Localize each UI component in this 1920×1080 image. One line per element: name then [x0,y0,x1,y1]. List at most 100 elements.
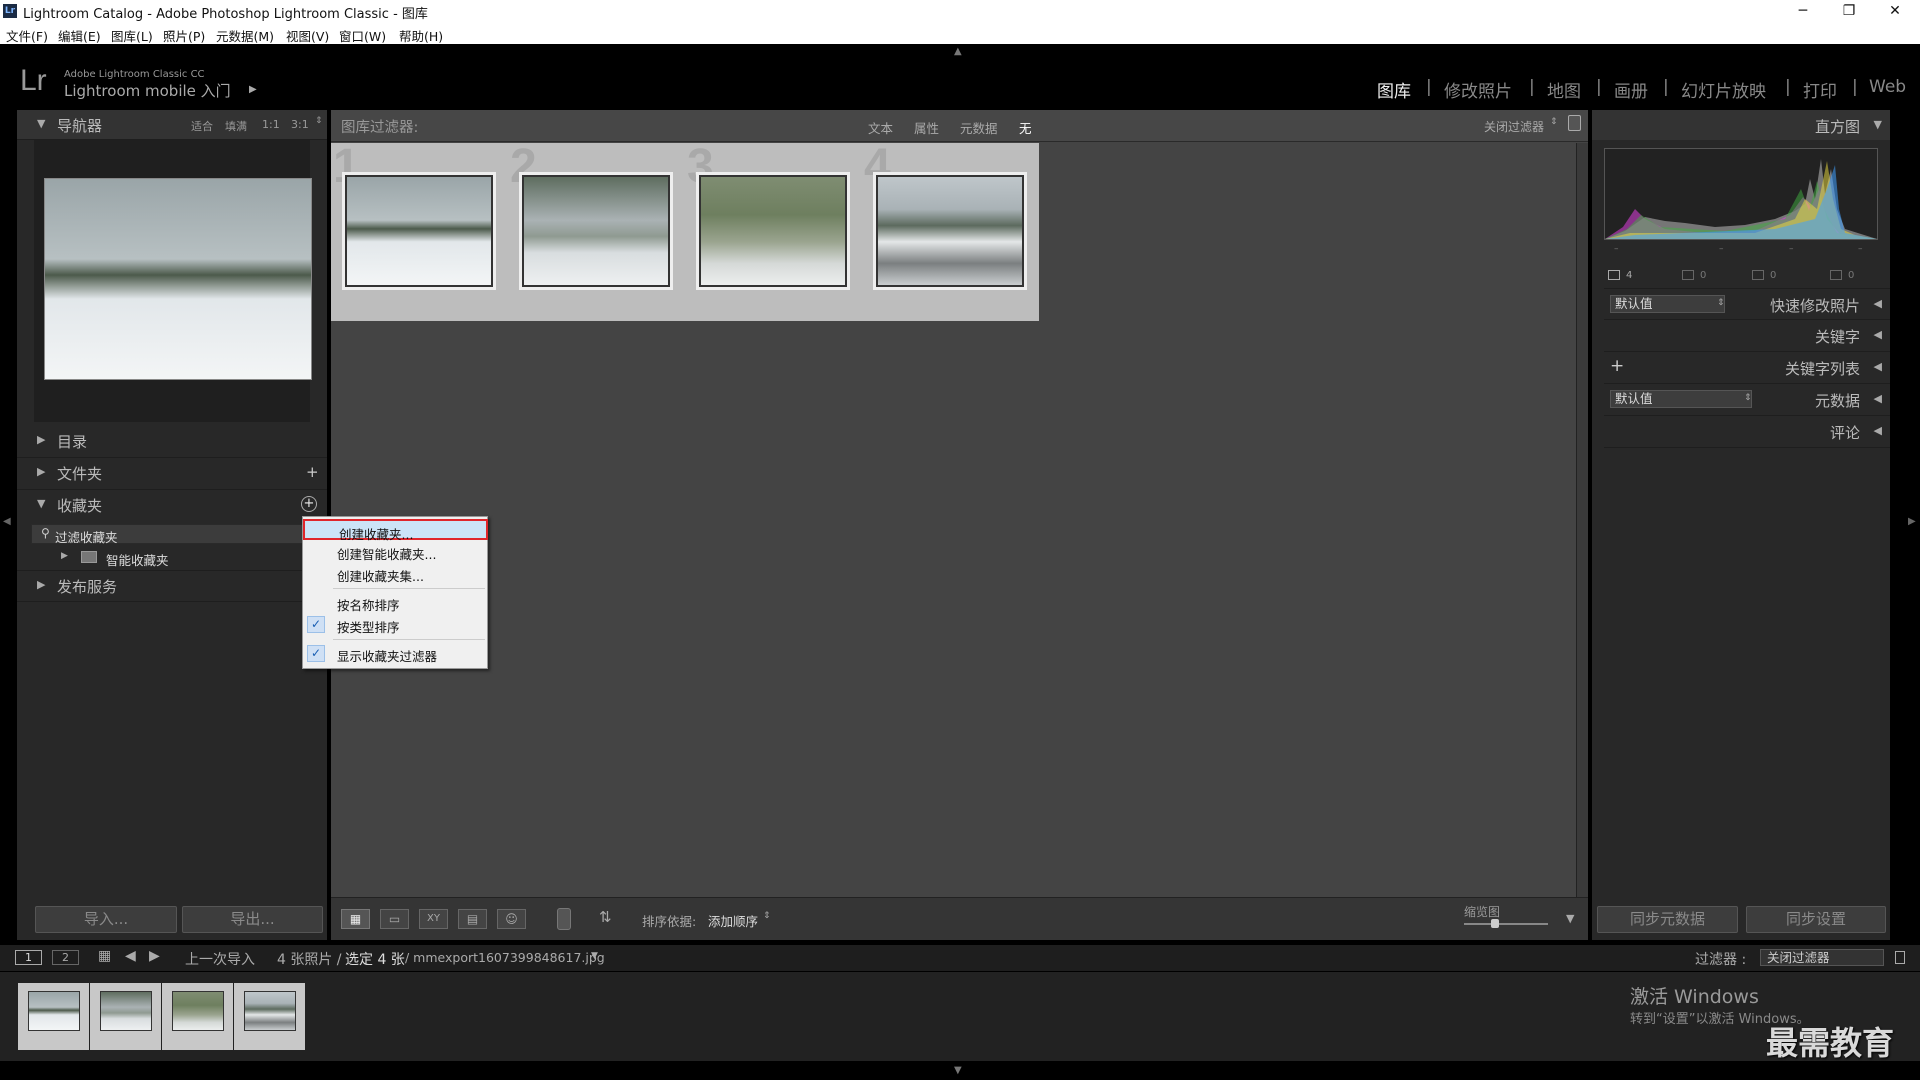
maximize-button[interactable]: ❐ [1826,0,1872,24]
module-web[interactable]: Web [1869,77,1906,97]
preset-stepper-icon[interactable]: ⇕ [1744,393,1752,403]
preset-stepper-icon[interactable]: ⇕ [1717,298,1725,308]
add-folder-icon[interactable]: + [306,463,319,481]
menu-create-collection-set[interactable]: 创建收藏夹集... [303,563,488,584]
module-map[interactable]: 地图 [1547,77,1581,102]
add-collection-icon[interactable]: + [301,496,317,512]
identity-line2[interactable]: Lightroom mobile 入门 [64,80,231,101]
module-book[interactable]: 画册 [1614,77,1648,102]
quick-develop-header[interactable]: 默认值 ⇕ 快速修改照片 ◀ [1604,288,1890,320]
add-keyword-icon[interactable]: + [1610,356,1624,376]
folders-header[interactable]: ▶ 文件夹 + [17,458,327,490]
menu-window[interactable]: 窗口(W) [339,26,386,45]
menu-photo[interactable]: 照片(P) [163,26,205,45]
filter-preset[interactable]: 关闭过滤器 [1484,118,1544,135]
grid-thumbnail[interactable] [876,175,1024,287]
menu-sort-by-kind[interactable]: ✓ 按类型排序 [303,614,488,635]
preset-stepper-icon[interactable]: ⇕ [1550,117,1558,127]
filmstrip-thumbnail[interactable] [162,983,233,1050]
module-develop[interactable]: 修改照片 [1444,77,1512,102]
compare-view-icon[interactable]: XY [419,909,448,929]
thumbnail-size-thumb[interactable] [1491,919,1499,928]
secondary-window-button[interactable]: 2 [52,950,79,965]
zoom-1-1[interactable]: 1:1 [262,118,280,131]
filmstrip-thumbnail[interactable] [234,983,305,1050]
histogram-graph[interactable] [1604,148,1878,240]
painter-icon[interactable] [557,908,571,930]
filmstrip-image[interactable] [28,991,80,1031]
filter-attribute[interactable]: 属性 [914,118,939,137]
keyword-list-header[interactable]: + 关键字列表 ◀ [1604,352,1890,384]
sync-metadata-button[interactable]: 同步元数据 [1597,906,1738,933]
close-button[interactable]: ✕ [1872,0,1918,24]
filter-text[interactable]: 文本 [868,118,893,137]
menu-view[interactable]: 视图(V) [286,26,329,45]
module-print[interactable]: 打印 [1803,77,1837,102]
smart-collections-row[interactable]: ▶ 智能收藏夹 [31,547,309,569]
menu-metadata[interactable]: 元数据(M) [216,26,274,45]
filmstrip-image[interactable] [244,991,296,1031]
people-view-icon[interactable]: ☺ [497,909,526,929]
keywording-header[interactable]: 关键字 ◀ [1604,320,1890,352]
zoom-fill[interactable]: 填满 [225,118,247,134]
menu-edit[interactable]: 编辑(E) [58,26,101,45]
grid-cell[interactable]: 2 [508,140,685,321]
source-label[interactable]: 上一次导入 [185,949,255,969]
filter-none[interactable]: 无 [1019,118,1032,137]
zoom-stepper-icon[interactable]: ⇕ [315,116,323,126]
grid-cell[interactable]: 4 [862,140,1039,321]
metadata-preset-select[interactable]: 默认值 [1610,390,1752,408]
quick-develop-preset-select[interactable]: 默认值 [1610,295,1725,313]
sort-select[interactable]: 添加顺序 [708,911,758,930]
thumbnail-size-slider[interactable] [1464,923,1548,925]
toolbar-menu-icon[interactable]: ▼ [1566,912,1574,925]
primary-window-button[interactable]: 1 [15,950,42,965]
menu-create-collection[interactable]: 创建收藏夹... [303,519,488,542]
collapse-top-icon[interactable]: ▲ [954,46,962,57]
filmstrip-image[interactable] [100,991,152,1031]
back-arrow-icon[interactable]: ◀ [125,948,136,964]
minimize-button[interactable]: ─ [1780,0,1826,24]
menu-help[interactable]: 帮助(H) [399,26,443,45]
filmstrip-thumbnail[interactable] [90,983,161,1050]
sort-stepper-icon[interactable]: ⇕ [763,911,771,921]
menu-create-smart-collection[interactable]: 创建智能收藏夹... [303,541,488,562]
collections-header[interactable]: ▼ 收藏夹 + [17,490,327,522]
grid-view-icon[interactable]: ▦ [341,909,370,929]
navigator-header[interactable]: ▼ 导航器 适合 填满 1:1 3:1 ⇕ [17,110,327,140]
metadata-header[interactable]: 默认值 ⇕ 元数据 ◀ [1604,384,1890,416]
filter-lock-icon[interactable] [1895,951,1905,964]
forward-arrow-icon[interactable]: ▶ [149,948,160,964]
catalog-header[interactable]: ▶ 目录 [17,426,327,458]
filmstrip-thumbnail[interactable] [18,983,89,1050]
import-button[interactable]: 导入... [35,906,177,933]
survey-view-icon[interactable]: ▤ [458,909,487,929]
comments-header[interactable]: 评论 ◀ [1604,416,1890,448]
grid-icon[interactable]: ▦ [98,948,111,964]
filter-collections-field[interactable]: ⚲ 过滤收藏夹 [31,524,309,545]
sort-direction-icon[interactable]: ⇅ [599,908,612,926]
menu-show-collection-filter[interactable]: ✓ 显示收藏夹过滤器 [303,643,488,664]
menu-file[interactable]: 文件(F) [6,26,48,45]
identity-arrow-icon[interactable]: ▶ [249,84,257,95]
export-button[interactable]: 导出... [182,906,323,933]
histogram-header[interactable]: 直方图 ▼ [1592,110,1890,140]
menu-sort-by-name[interactable]: 按名称排序 [303,592,488,613]
loupe-view-icon[interactable]: ▭ [380,909,409,929]
grid-cell[interactable]: 3 [685,140,862,321]
menu-library[interactable]: 图库(L) [111,26,153,45]
lock-icon[interactable] [1568,115,1581,131]
sync-settings-button[interactable]: 同步设置 [1746,906,1886,933]
module-library[interactable]: 图库 [1377,77,1411,102]
filmstrip-filter-select[interactable]: 关闭过滤器 [1760,949,1884,966]
grid-thumbnail[interactable] [522,175,670,287]
grid-thumbnail[interactable] [699,175,847,287]
navigator-preview-image[interactable] [44,178,312,380]
zoom-3-1[interactable]: 3:1 [291,118,309,131]
module-slideshow[interactable]: 幻灯片放映 [1681,77,1766,102]
filter-metadata[interactable]: 元数据 [960,118,998,137]
filename-label[interactable]: / mmexport1607399848617.jpg [405,950,605,965]
collapse-bottom-icon[interactable]: ▼ [954,1065,962,1076]
filmstrip-image[interactable] [172,991,224,1031]
publish-header[interactable]: ▶ 发布服务 [17,570,327,602]
